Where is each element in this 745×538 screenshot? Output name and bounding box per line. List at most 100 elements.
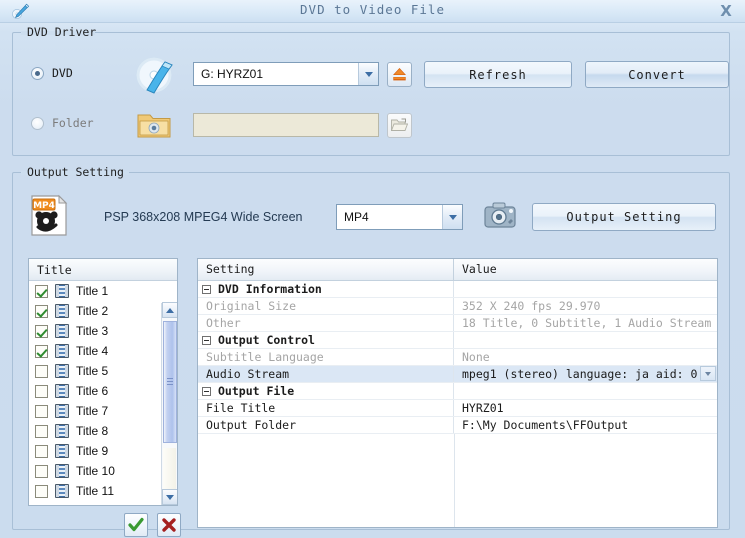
list-item[interactable]: Title 1 [29,281,177,301]
title-checkbox[interactable] [35,445,48,458]
folder-radio-row[interactable]: Folder [31,116,94,130]
title-list-header: Title [29,259,177,281]
value-cell [454,383,717,399]
title-checkbox[interactable] [35,405,48,418]
list-item-label: Title 4 [76,344,108,358]
setting-label: DVD Information [218,281,322,297]
title-checkbox[interactable] [35,345,48,358]
title-list-scrollbar[interactable] [161,303,177,505]
list-item-label: Title 6 [76,384,108,398]
film-strip-icon [55,404,69,418]
film-strip-icon [55,364,69,378]
dvd-radio-row[interactable]: DVD [31,66,73,80]
chevron-down-icon[interactable] [358,63,378,85]
output-setting-button-label: Output Setting [566,210,681,224]
table-row[interactable]: Output FolderF:\My Documents\FFOutput [198,417,717,434]
list-item[interactable]: Title 9 [29,441,177,461]
list-item[interactable]: Title 8 [29,421,177,441]
setting-cell: Original Size [198,298,454,314]
list-item[interactable]: Title 4 [29,341,177,361]
convert-button[interactable]: Convert [585,61,729,88]
folder-radio[interactable] [31,117,44,130]
value-dropdown-button[interactable] [700,366,716,381]
table-row[interactable]: Subtitle LanguageNone [198,349,717,366]
film-strip-icon [55,444,69,458]
convert-button-label: Convert [628,68,686,82]
browse-folder-button[interactable] [387,113,412,138]
folder-icon [137,110,172,140]
title-checkbox[interactable] [35,325,48,338]
output-setting-button[interactable]: Output Setting [532,203,716,231]
value-cell: 352 X 240 fps 29.970 [454,298,717,314]
list-item[interactable]: Title 11 [29,481,177,501]
value-cell [454,281,717,297]
title-checkbox[interactable] [35,305,48,318]
dvd-driver-group-label: DVD Driver [23,25,100,39]
camera-settings-icon[interactable] [482,198,520,234]
refresh-button[interactable]: Refresh [424,61,572,88]
film-strip-icon [55,344,69,358]
list-item[interactable]: Title 10 [29,461,177,481]
settings-table-body: DVD InformationOriginal Size352 X 240 fp… [198,281,717,527]
list-item-label: Title 3 [76,324,108,338]
value-cell[interactable]: mpeg1 (stereo) language: ja aid: 0 [454,366,717,382]
title-checkbox[interactable] [35,465,48,478]
list-item[interactable]: Title 2 [29,301,177,321]
list-item-label: Title 11 [76,484,114,498]
dvd-to-video-window: DVD to Video File X DVD Driver DVD G: HY… [0,0,745,538]
table-row[interactable]: Audio Streammpeg1 (stereo) language: ja … [198,366,717,383]
dvd-drive-combo[interactable]: G: HYRZ01 [193,62,379,86]
list-item-label: Title 2 [76,304,108,318]
title-list-body[interactable]: Title 1 Title 2 Title 3 Title 4 Title 5 Title… [29,281,177,505]
settings-table-header: Setting Value [198,259,717,281]
collapse-minus-icon[interactable] [202,336,211,345]
list-item[interactable]: Title 6 [29,381,177,401]
list-item[interactable]: Title 5 [29,361,177,381]
scrollbar-thumb[interactable] [163,321,177,443]
settings-group-row[interactable]: Output Control [198,332,717,349]
table-row[interactable]: Other18 Title, 0 Subtitle, 1 Audio Strea… [198,315,717,332]
collapse-minus-icon[interactable] [202,387,211,396]
eject-button[interactable] [387,62,412,87]
value-cell: F:\My Documents\FFOutput [454,417,717,433]
folder-path-input[interactable] [193,113,379,137]
table-row[interactable]: File TitleHYRZ01 [198,400,717,417]
settings-group-row[interactable]: Output File [198,383,717,400]
profile-description: PSP 368x208 MPEG4 Wide Screen [104,210,303,224]
film-strip-icon [55,464,69,478]
list-item-label: Title 1 [76,284,108,298]
title-checkbox[interactable] [35,365,48,378]
title-checkbox[interactable] [35,425,48,438]
scroll-up-button[interactable] [162,302,177,318]
format-combo[interactable]: MP4 [336,204,463,230]
title-checkbox[interactable] [35,285,48,298]
scrollbar-track[interactable] [163,448,176,489]
close-icon[interactable]: X [715,1,737,21]
title-checkbox[interactable] [35,485,48,498]
collapse-minus-icon[interactable] [202,285,211,294]
scroll-down-button[interactable] [162,489,177,505]
dvd-disc-icon [135,56,177,96]
svg-text:MP4: MP4 [33,201,55,211]
table-empty-area [198,434,717,527]
eject-icon [391,66,408,83]
dvd-radio[interactable] [31,67,44,80]
dvd-radio-label: DVD [52,66,73,80]
chevron-down-icon[interactable] [442,205,462,229]
value-text: mpeg1 (stereo) language: ja aid: 0 [462,367,697,381]
list-item-label: Title 10 [76,464,115,478]
ok-button[interactable] [124,513,148,537]
title-list: Title Title 1Title 2Title 3Title 4Title … [28,258,178,506]
green-check-icon [128,517,144,533]
value-text: None [462,350,490,364]
list-item[interactable]: Title 7 [29,401,177,421]
setting-label: Output Control [218,332,315,348]
table-row[interactable]: Original Size352 X 240 fps 29.970 [198,298,717,315]
output-setting-group-label: Output Setting [23,165,128,179]
list-item-label: Title 9 [76,444,108,458]
title-checkbox[interactable] [35,385,48,398]
settings-group-row[interactable]: DVD Information [198,281,717,298]
cancel-button[interactable] [157,513,181,537]
list-item[interactable]: Title 3 [29,321,177,341]
dvd-drive-combo-value: G: HYRZ01 [194,67,358,81]
